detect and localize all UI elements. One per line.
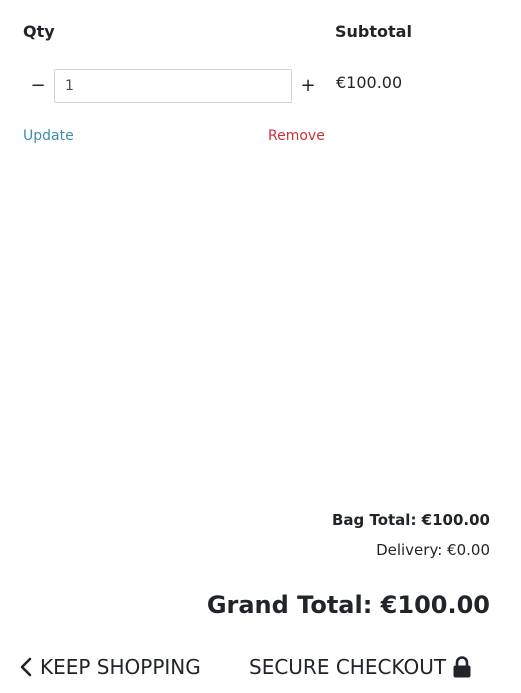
remove-link[interactable]: Remove: [268, 127, 325, 145]
keep-shopping-button[interactable]: KEEP SHOPPING: [20, 654, 201, 680]
secure-checkout-label: SECURE CHECKOUT: [249, 655, 447, 679]
lock-icon: [452, 656, 472, 678]
qty-increment-button[interactable]: +: [299, 76, 317, 96]
line-item-subtotal: €100.00: [336, 73, 403, 92]
delivery-cost: Delivery: €0.00: [376, 541, 490, 559]
qty-column-header: Qty: [23, 22, 55, 41]
secure-checkout-button[interactable]: SECURE CHECKOUT: [249, 654, 472, 680]
chevron-left-icon: [20, 657, 32, 677]
subtotal-column-header: Subtotal: [335, 22, 412, 41]
keep-shopping-label: KEEP SHOPPING: [40, 655, 201, 679]
quantity-input[interactable]: [54, 69, 292, 103]
bag-total: Bag Total: €100.00: [331, 511, 490, 529]
update-link[interactable]: Update: [23, 127, 74, 145]
qty-decrement-button[interactable]: −: [29, 76, 47, 96]
grand-total: Grand Total: €100.00: [206, 591, 490, 619]
